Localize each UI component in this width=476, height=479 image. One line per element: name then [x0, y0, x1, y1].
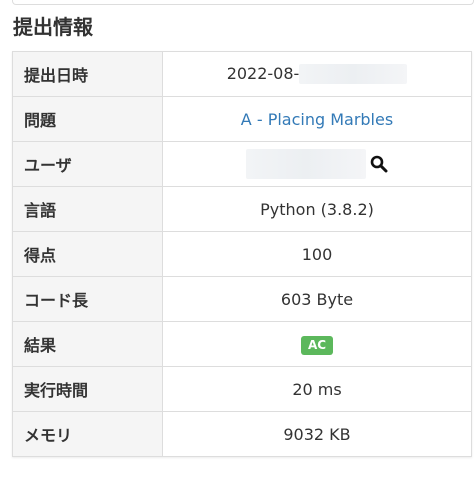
problem-link[interactable]: A - Placing Marbles	[241, 110, 393, 129]
status-badge: AC	[300, 335, 334, 355]
score-label: 得点	[12, 231, 163, 277]
section-title: 提出情報	[13, 15, 93, 39]
score-value: 100	[162, 231, 472, 277]
user-label: ユーザ	[12, 141, 163, 187]
memory-value: 9032 KB	[162, 411, 472, 457]
language-label: 言語	[12, 186, 163, 232]
table-row: メモリ 9032 KB	[12, 411, 472, 457]
previous-panel-edge	[12, 0, 474, 5]
result-cell: AC	[162, 321, 472, 367]
table-row: 結果 AC	[12, 321, 472, 367]
exec-time-label: 実行時間	[12, 366, 163, 412]
submit-time-cell: 2022-08-	[162, 51, 472, 97]
code-length-label: コード長	[12, 276, 163, 322]
code-length-value: 603 Byte	[162, 276, 472, 322]
table-row: 提出日時 2022-08-	[12, 51, 472, 97]
problem-cell: A - Placing Marbles	[162, 96, 472, 142]
table-row: 言語 Python (3.8.2)	[12, 186, 472, 232]
search-icon[interactable]	[370, 155, 388, 173]
submission-info-table: 提出日時 2022-08- 問題 A - Placing Marbles ユーザ…	[12, 51, 472, 457]
user-cell	[162, 141, 472, 187]
table-row: 実行時間 20 ms	[12, 366, 472, 412]
redacted-region	[246, 149, 366, 179]
memory-label: メモリ	[12, 411, 163, 457]
table-row: 問題 A - Placing Marbles	[12, 96, 472, 142]
result-label: 結果	[12, 321, 163, 367]
submit-time-value: 2022-08-	[226, 63, 300, 83]
table-row: ユーザ	[12, 141, 472, 187]
table-row: 得点 100	[12, 231, 472, 277]
language-value: Python (3.8.2)	[162, 186, 472, 232]
problem-label: 問題	[12, 96, 163, 142]
table-row: コード長 603 Byte	[12, 276, 472, 322]
submit-time-label: 提出日時	[12, 51, 163, 97]
exec-time-value: 20 ms	[162, 366, 472, 412]
redacted-region	[299, 64, 408, 85]
